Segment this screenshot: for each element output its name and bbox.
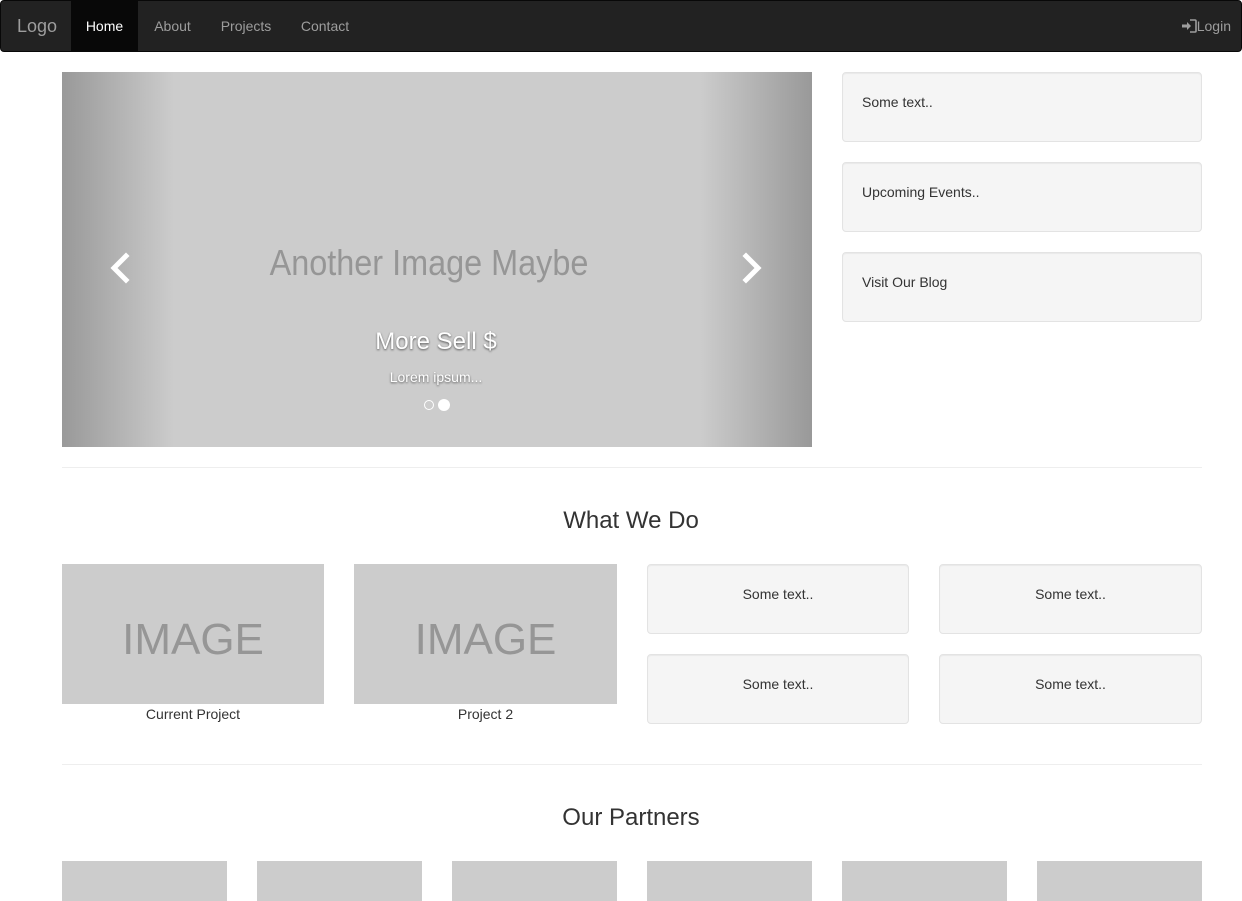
project-caption: Current Project: [145, 706, 241, 722]
brand-logo[interactable]: Logo: [17, 1, 57, 51]
what-we-do-title: What We Do: [563, 507, 699, 534]
blog-well[interactable]: Visit Our Blog: [842, 252, 1202, 322]
carousel-indicator-2[interactable]: [438, 399, 450, 411]
partner-logo[interactable]: [1037, 861, 1202, 901]
text-well: Some text..: [939, 654, 1202, 724]
chevron-left-icon[interactable]: [106, 248, 136, 288]
log-in-icon: [1181, 18, 1197, 34]
divider: [62, 467, 1202, 468]
carousel-indicator-1[interactable]: [424, 400, 434, 410]
text-well: Some text..: [939, 564, 1202, 634]
text-well: Some text..: [647, 654, 909, 724]
project-caption: Project 2: [457, 706, 514, 722]
slide-placeholder-text: Another Image Maybe: [269, 242, 589, 283]
partner-logo[interactable]: [842, 861, 1007, 901]
carousel: Another Image Maybe More Sell $ Lorem ip…: [62, 72, 812, 447]
divider: [62, 764, 1202, 765]
text-well: Some text..: [647, 564, 909, 634]
image-placeholder-text: IMAGE: [414, 615, 557, 664]
login-link[interactable]: Login: [1181, 1, 1231, 51]
image-placeholder-text: IMAGE: [122, 615, 264, 664]
project-image[interactable]: IMAGE: [62, 564, 324, 704]
navbar: Logo Home About Projects Contact Login: [0, 0, 1242, 52]
carousel-caption-title: More Sell $: [375, 328, 497, 355]
login-label: Login: [1196, 18, 1231, 34]
sidebar-well: Some text..: [842, 72, 1202, 142]
partner-logo[interactable]: [257, 861, 422, 901]
carousel-caption-text: Lorem ipsum...: [389, 369, 483, 385]
nav-item-projects[interactable]: Projects: [206, 1, 286, 51]
partner-logo[interactable]: [647, 861, 812, 901]
our-partners-title: Our Partners: [562, 804, 700, 831]
partner-logo[interactable]: [452, 861, 617, 901]
project-image[interactable]: IMAGE: [354, 564, 617, 704]
nav-item-about[interactable]: About: [139, 1, 206, 51]
nav-item-contact[interactable]: Contact: [286, 1, 364, 51]
partner-logo[interactable]: [62, 861, 227, 901]
upcoming-events-well: Upcoming Events..: [842, 162, 1202, 232]
nav-item-home[interactable]: Home: [71, 1, 138, 51]
chevron-right-icon[interactable]: [736, 248, 766, 288]
